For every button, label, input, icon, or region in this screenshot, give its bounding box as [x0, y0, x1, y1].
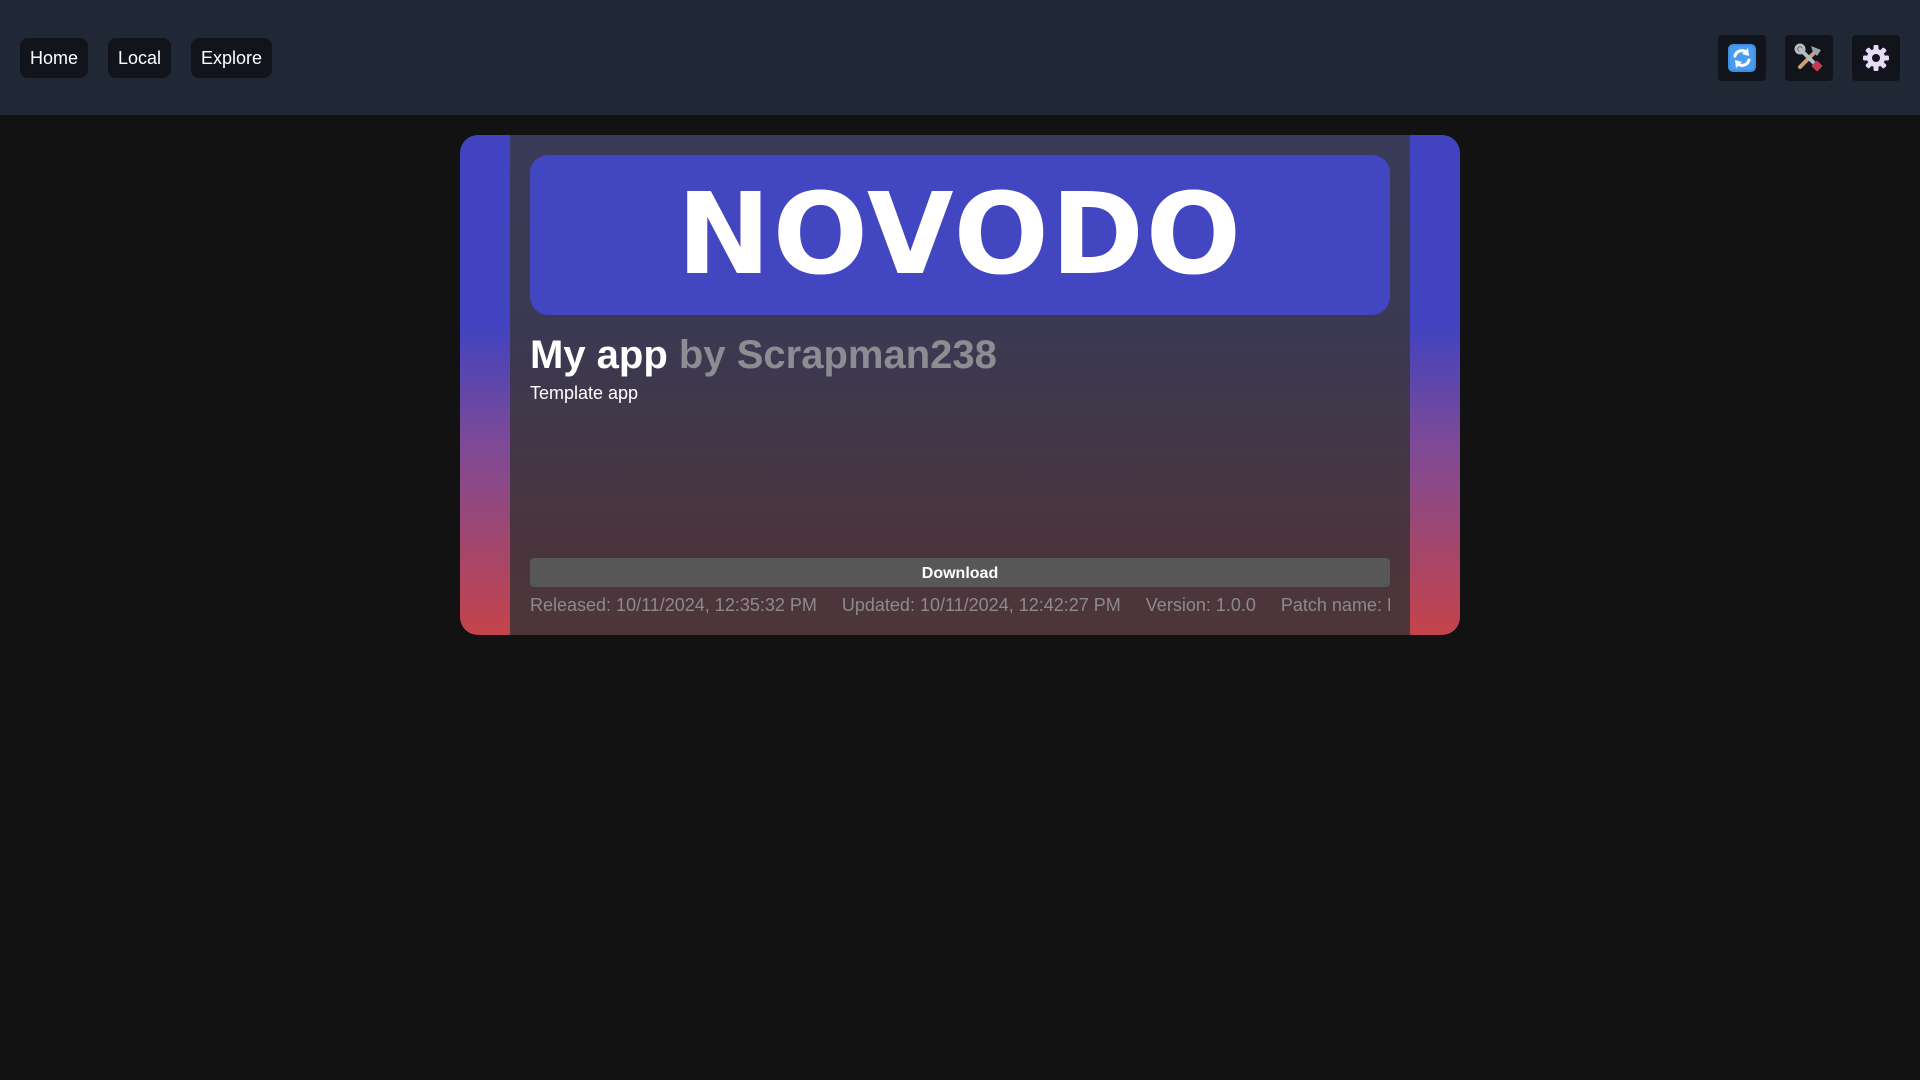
download-button[interactable]: Download: [530, 558, 1390, 587]
app-author[interactable]: by Scrapman238: [679, 333, 997, 377]
refresh-icon: [1728, 44, 1756, 72]
app-metadata: Released: 10/11/2024, 12:35:32 PM Update…: [530, 594, 1390, 616]
patch-name: Patch name: Fi: [1280, 595, 1390, 615]
version-label: Version: 1.0.0: [1145, 595, 1256, 615]
app-banner: NOVODO: [530, 155, 1390, 315]
nav-explore-button[interactable]: Explore: [191, 38, 272, 78]
app-name: My app: [530, 333, 668, 377]
released-date: Released: 10/11/2024, 12:35:32 PM: [530, 595, 817, 615]
nav-local-button[interactable]: Local: [108, 38, 171, 78]
banner-logo: NOVODO: [676, 170, 1244, 300]
app-card: NOVODO My app by Scrapman238 Template ap…: [460, 135, 1460, 635]
nav-home-button[interactable]: Home: [20, 38, 88, 78]
top-nav-bar: Home Local Explore: [0, 0, 1920, 115]
gear-icon: [1863, 45, 1889, 71]
updated-date: Updated: 10/11/2024, 12:42:27 PM: [841, 595, 1121, 615]
tools-button[interactable]: [1785, 35, 1833, 81]
app-title: My app by Scrapman238: [530, 333, 997, 377]
tools-icon: [1794, 43, 1823, 72]
app-description: Template app: [530, 383, 639, 403]
refresh-button[interactable]: [1718, 35, 1766, 81]
app-card-content: NOVODO My app by Scrapman238 Template ap…: [510, 135, 1410, 635]
settings-button[interactable]: [1852, 35, 1900, 81]
